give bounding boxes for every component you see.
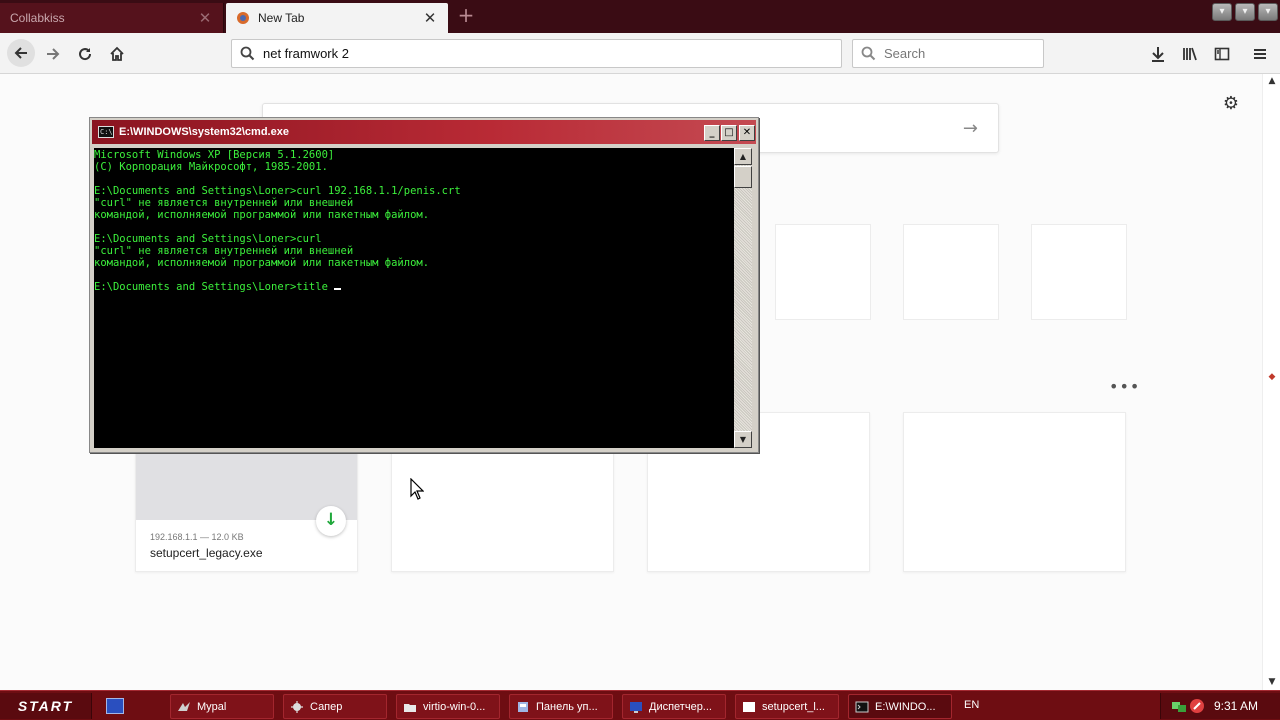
security-icon[interactable] — [1189, 698, 1205, 714]
console-line: E:\Documents and Settings\Loner>curl 192… — [94, 185, 461, 197]
text-cursor — [334, 288, 342, 290]
search-bar[interactable] — [852, 39, 1044, 68]
system-tray: 9:31 AM — [1160, 693, 1280, 719]
console-line: "curl" не является внутренней или внешне… — [94, 197, 354, 209]
cmd-icon — [855, 701, 869, 712]
network-icon[interactable] — [1171, 698, 1187, 714]
search-icon — [861, 46, 876, 61]
console-prompt-line: E:\Documents and Settings\Loner>title — [94, 281, 734, 293]
download-meta: 192.168.1.1 — 12.0 KB — [150, 532, 244, 542]
top-site-tile[interactable] — [775, 224, 871, 320]
downloads-icon[interactable] — [1145, 41, 1171, 67]
cmd-maximize-button[interactable]: □ — [721, 125, 737, 141]
menu-icon[interactable] — [1247, 41, 1273, 67]
start-button[interactable]: START — [0, 693, 92, 719]
tab-collabkiss[interactable]: Collabkiss ✕ — [0, 3, 224, 33]
scroll-down-icon[interactable]: ▼ — [734, 431, 752, 448]
console-line: E:\Documents and Settings\Loner>curl — [94, 233, 322, 245]
folder-icon — [404, 703, 416, 712]
home-icon[interactable] — [104, 41, 130, 67]
minimize-window-button[interactable]: ▾ — [1212, 3, 1232, 21]
clock[interactable]: 9:31 AM — [1214, 699, 1258, 713]
mypal-icon — [178, 701, 190, 711]
cmd-titlebar[interactable]: C:\ E:\WINDOWS\system32\cmd.exe _ □ ✕ — [92, 120, 756, 144]
cmd-scrollbar[interactable]: ▲ ▼ — [734, 148, 752, 448]
console-line: E:\Documents and Settings\Loner>title — [94, 281, 335, 293]
tab-new-tab[interactable]: New Tab ✕ — [226, 3, 448, 33]
cmd-window-title: E:\WINDOWS\system32\cmd.exe — [119, 126, 289, 138]
scroll-down-icon[interactable]: ▼ — [1267, 677, 1277, 687]
search-input[interactable] — [884, 46, 1034, 61]
scroll-up-icon[interactable]: ▲ — [734, 148, 752, 165]
top-site-tile[interactable] — [1031, 224, 1127, 320]
cmd-minimize-button[interactable]: _ — [704, 125, 720, 141]
console-line: Microsoft Windows XP [Версия 5.1.2600] — [94, 149, 335, 161]
tab-strip: Collabkiss ✕ New Tab ✕ + ▾ ▾ ▾ — [0, 0, 1280, 33]
sidebar-icon[interactable] — [1209, 41, 1235, 67]
scroll-thumb-icon[interactable]: ◆ — [1267, 372, 1277, 382]
url-bar[interactable] — [231, 39, 842, 68]
minesweeper-icon — [291, 700, 303, 713]
forward-arrow-icon[interactable] — [40, 41, 66, 67]
taskbar-item-mypal[interactable]: Mypal — [170, 694, 274, 719]
taskbar-item-label: Mypal — [197, 700, 227, 713]
gear-icon[interactable]: ⚙ — [1222, 95, 1240, 113]
console-line: командой, исполняемой программой или пак… — [94, 257, 430, 269]
taskbar-item-minesweeper[interactable]: Сапер — [283, 694, 387, 719]
cmd-close-button[interactable]: ✕ — [739, 125, 755, 141]
reload-icon[interactable] — [72, 41, 98, 67]
taskbar-item-label: Сапер — [310, 700, 343, 713]
top-site-tile[interactable] — [903, 224, 999, 320]
close-tab-icon[interactable]: ✕ — [197, 9, 213, 27]
taskbar-item-control-panel[interactable]: Панель уп... — [509, 694, 613, 719]
library-icon[interactable] — [1177, 41, 1203, 67]
console-output[interactable]: Microsoft Windows XP [Версия 5.1.2600] (С… — [94, 148, 734, 448]
control-panel-icon — [518, 701, 528, 712]
page-scrollbar[interactable]: ▲ ◆ ▼ — [1262, 74, 1280, 690]
taskbar-item-cmd[interactable]: E:\WINDO... — [848, 694, 952, 719]
task-manager-icon — [630, 701, 642, 713]
more-options-icon[interactable]: ••• — [1109, 379, 1139, 397]
scroll-up-icon[interactable]: ▲ — [1267, 76, 1277, 86]
download-icon: ↓ — [316, 506, 346, 536]
show-desktop-icon[interactable] — [106, 698, 124, 714]
search-icon — [240, 46, 255, 61]
arrow-right-icon[interactable]: → — [963, 118, 978, 139]
taskbar-item-label: Панель уп... — [536, 700, 598, 713]
navigation-toolbar — [0, 33, 1280, 74]
tab-title: New Tab — [258, 11, 305, 25]
taskbar-item-setupcert[interactable]: setupcert_l... — [735, 694, 839, 719]
taskbar-item-label: virtio-win-0... — [423, 700, 486, 713]
highlight-card-empty[interactable] — [903, 412, 1126, 572]
tab-title: Collabkiss — [10, 11, 65, 25]
console-line: (С) Корпорация Майкрософт, 1985-2001. — [94, 161, 328, 173]
console-line: командой, исполняемой программой или пак… — [94, 209, 430, 221]
mouse-cursor-icon — [410, 478, 424, 500]
language-indicator[interactable]: EN — [964, 699, 979, 711]
console-line: "curl" не является внутренней или внешне… — [94, 245, 354, 257]
cmd-icon: C:\ — [98, 126, 114, 138]
window-icon — [743, 701, 755, 712]
cmd-scroll-thumb[interactable] — [734, 166, 752, 188]
taskbar-item-virtio[interactable]: virtio-win-0... — [396, 694, 500, 719]
back-arrow-icon[interactable] — [7, 39, 35, 67]
taskbar-item-label: setupcert_l... — [762, 700, 825, 713]
firefox-icon — [237, 12, 249, 24]
taskbar-item-task-manager[interactable]: Диспетчер... — [622, 694, 726, 719]
cmd-window[interactable]: C:\ E:\WINDOWS\system32\cmd.exe _ □ ✕ Mi… — [89, 117, 759, 453]
restore-window-button[interactable]: ▾ — [1235, 3, 1255, 21]
url-input[interactable] — [263, 46, 823, 61]
taskbar-item-label: E:\WINDO... — [875, 700, 936, 713]
new-tab-plus-icon[interactable]: + — [456, 5, 476, 26]
taskbar: START Mypal Сапер virtio-win-0... Панель… — [0, 690, 1280, 720]
download-filename: setupcert_legacy.exe — [150, 546, 263, 560]
taskbar-item-label: Диспетчер... — [649, 700, 712, 713]
close-tab-icon[interactable]: ✕ — [422, 9, 438, 27]
close-window-button[interactable]: ▾ — [1258, 3, 1278, 21]
